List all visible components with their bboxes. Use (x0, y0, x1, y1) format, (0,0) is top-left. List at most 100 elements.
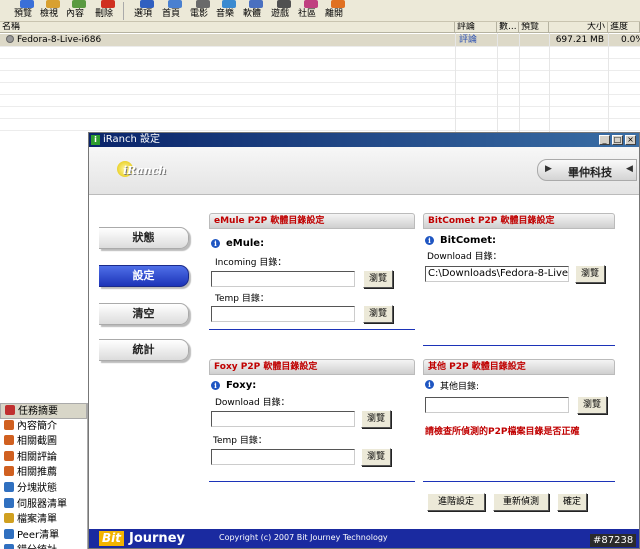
dialog-footer: Bit Journey Copyright (c) 2007 Bit Journ… (89, 529, 639, 548)
nav-status-button[interactable]: 狀態 (99, 227, 189, 249)
emule-temp-browse-button[interactable]: 瀏覽 (363, 305, 393, 323)
bitcomet-download-input[interactable]: C:\Downloads\Fedora-8-Live (425, 266, 569, 282)
redetect-button[interactable]: 重新偵測 (493, 493, 549, 511)
list-gridline (0, 94, 640, 95)
emule-panel-header: eMule P2P 軟體目錄設定 (209, 213, 415, 229)
bitcomet-panel-header: BitComet P2P 軟體目錄設定 (423, 213, 615, 229)
task-label: 相關推薦 (17, 467, 57, 479)
foxy-download-browse-button[interactable]: 瀏覽 (361, 410, 391, 428)
content-icon (72, 0, 86, 8)
emule-incoming-browse-button[interactable]: 瀏覽 (363, 270, 393, 288)
logo-text: iRanch (123, 164, 167, 177)
task-item[interactable]: 檔案清單 (0, 512, 87, 528)
task-item[interactable]: 任務摘要 (0, 403, 87, 419)
col-comment[interactable]: 評論 (455, 22, 497, 33)
toolbar-button-exit[interactable]: 離開 (325, 0, 351, 22)
bitcomet-browse-button[interactable]: 瀏覽 (575, 265, 605, 283)
toolbar-button-options[interactable]: 選項 (134, 0, 160, 22)
toolbar-label: 遊戲 (271, 9, 290, 19)
toolbar-button-music[interactable]: 音樂 (216, 0, 242, 22)
toolbar-button-preview[interactable]: 預覽 (14, 0, 40, 22)
row-comment[interactable]: 評論 (457, 34, 497, 46)
foxy-download-label: Download 目錄： (215, 398, 290, 408)
task-label: 內容簡介 (17, 420, 57, 432)
col-progress[interactable]: 進度 (608, 22, 640, 33)
review-icon (4, 450, 14, 461)
toolbar-button-movie[interactable]: 電影 (190, 0, 216, 22)
task-item[interactable]: 相關截圖 (0, 434, 87, 450)
foxy-panel: Foxy P2P 軟體目錄設定 i Foxy: Download 目錄： 瀏覽 … (209, 359, 415, 483)
toolbar-label: 刪除 (95, 9, 114, 19)
main-toolbar: 預覽 檢視 內容 刪除 選項 首頁 電影 音樂 軟體 遊戲 社區 離開 (0, 0, 640, 22)
advanced-settings-button[interactable]: 進階設定 (427, 493, 485, 511)
task-item[interactable]: 伺服器清單 (0, 497, 87, 513)
task-item[interactable]: Peer清單 (0, 528, 87, 544)
triangle-right-icon: ▶ (545, 164, 552, 174)
block-status-icon (4, 481, 14, 492)
toolbar-button-view[interactable]: 檢視 (40, 0, 66, 22)
task-item[interactable]: 內容簡介 (0, 419, 87, 435)
toolbar-button-community[interactable]: 社區 (298, 0, 324, 22)
toolbar-button-content[interactable]: 內容 (66, 0, 92, 22)
foxy-download-input[interactable] (211, 411, 355, 427)
col-name[interactable]: 名稱 (0, 22, 455, 33)
maximize-icon[interactable]: □ (612, 135, 623, 145)
music-icon (222, 0, 236, 8)
table-row[interactable]: Fedora-8-Live-i686 評論 697.21 MB 0.0% (0, 34, 640, 46)
toolbar-button-game[interactable]: 遊戲 (271, 0, 297, 22)
foxy-temp-browse-button[interactable]: 瀏覽 (361, 448, 391, 466)
settings-dialog: i iRanch 設定 _ □ × iRanch ▶ 畢仲科技 ◀ 狀態 設定 … (88, 132, 640, 549)
other-panel: 其他 P2P 軟體目錄設定 i 其他目錄: 瀏覽 請檢查所偵測的P2P檔案目錄是… (423, 359, 615, 483)
toolbar-button-delete[interactable]: 刪除 (95, 0, 121, 22)
toolbar-label: 音樂 (216, 9, 235, 19)
view-icon (46, 0, 60, 8)
delete-icon (101, 0, 115, 8)
minimize-icon[interactable]: _ (599, 135, 610, 145)
task-item[interactable]: 相關推薦 (0, 465, 87, 481)
ok-button[interactable]: 確定 (557, 493, 587, 511)
col-count[interactable]: 數... (497, 22, 519, 33)
list-header: 名稱 評論 數... 預覽 大小 進度 (0, 22, 640, 33)
status-dot-icon (6, 35, 14, 43)
toolbar-label: 預覽 (14, 9, 33, 19)
toolbar-label: 離開 (325, 9, 344, 19)
col-preview[interactable]: 預覽 (519, 22, 549, 33)
exit-icon (331, 0, 345, 8)
close-icon[interactable]: × (625, 135, 636, 145)
task-label: 相關評論 (17, 451, 57, 463)
content-brief-icon (4, 419, 14, 430)
nav-stats-button[interactable]: 統計 (99, 339, 189, 361)
dialog-titlebar[interactable]: i iRanch 設定 _ □ × (89, 133, 639, 147)
foxy-temp-input[interactable] (211, 449, 355, 465)
bitcomet-panel: BitComet P2P 軟體目錄設定 i BitComet: Download… (423, 213, 615, 347)
other-panel-header: 其他 P2P 軟體目錄設定 (423, 359, 615, 375)
footer-logo-bit: Bit (99, 531, 124, 546)
other-dir-input[interactable] (425, 397, 569, 413)
community-icon (304, 0, 318, 8)
server-list-icon (4, 497, 14, 508)
emule-incoming-input[interactable] (211, 271, 355, 287)
brand-pill[interactable]: ▶ 畢仲科技 ◀ (537, 159, 637, 181)
task-item[interactable]: 錯分統計 (0, 543, 87, 549)
nav-clear-button[interactable]: 清空 (99, 303, 189, 325)
row-name: Fedora-8-Live-i686 (17, 35, 102, 45)
path-warning-text: 請檢查所偵測的P2P檔案目錄是否正確 (425, 427, 580, 437)
task-label: 伺服器清單 (17, 498, 67, 510)
toolbar-label: 首頁 (162, 9, 181, 19)
toolbar-button-home[interactable]: 首頁 (162, 0, 188, 22)
toolbar-label: 選項 (134, 9, 153, 19)
toolbar-label: 電影 (190, 9, 209, 19)
foxy-panel-header: Foxy P2P 軟體目錄設定 (209, 359, 415, 375)
list-gridline (0, 118, 640, 119)
nav-settings-button[interactable]: 設定 (99, 265, 189, 287)
other-dir-label: 其他目錄: (440, 382, 480, 392)
task-item[interactable]: 分塊狀態 (0, 481, 87, 497)
file-list-icon (4, 513, 14, 524)
other-browse-button[interactable]: 瀏覽 (577, 396, 607, 414)
emule-temp-input[interactable] (211, 306, 355, 322)
foxy-temp-label: Temp 目錄： (213, 436, 267, 446)
col-size[interactable]: 大小 (549, 22, 608, 33)
task-item[interactable]: 相關評論 (0, 450, 87, 466)
toolbar-button-software[interactable]: 軟體 (243, 0, 269, 22)
task-label: 相關截圖 (17, 436, 57, 448)
